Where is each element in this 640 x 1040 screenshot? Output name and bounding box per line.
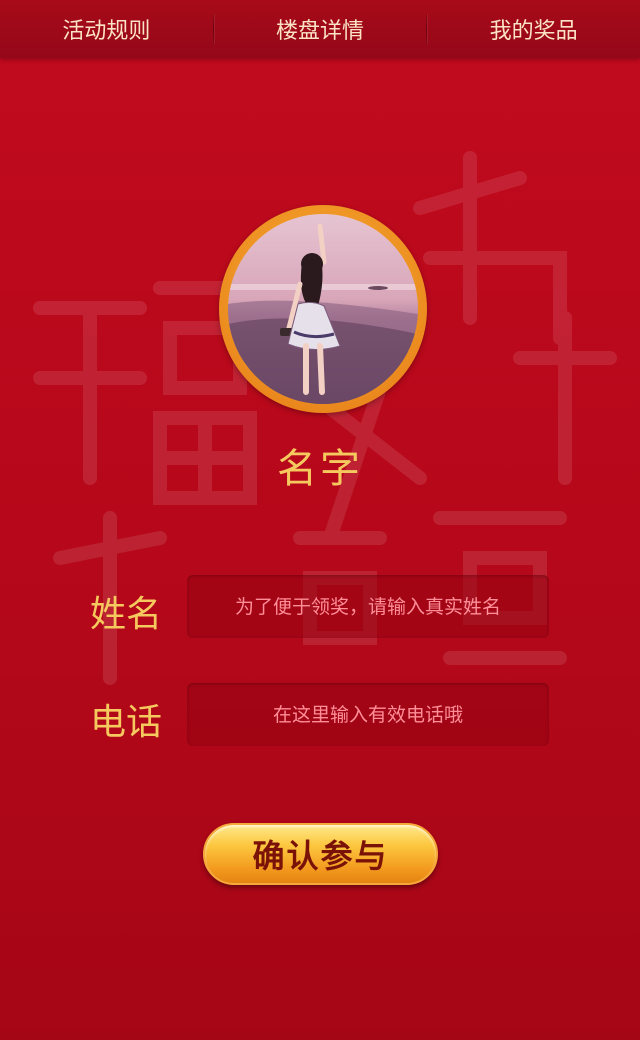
- avatar-frame: [219, 205, 427, 413]
- user-name: 名字: [277, 446, 363, 492]
- name-label: 姓名: [90, 594, 163, 635]
- nav-property-details[interactable]: 楼盘详情: [214, 0, 427, 58]
- nav-my-prizes-label: 我的奖品: [489, 19, 578, 44]
- phone-label: 电话: [90, 702, 163, 743]
- nav-activity-rules[interactable]: 活动规则: [0, 0, 213, 58]
- phone-field[interactable]: [187, 683, 549, 746]
- name-field[interactable]: [187, 575, 549, 638]
- confirm-participate-label: 确认参与: [252, 837, 389, 875]
- user-photo-icon: [228, 214, 418, 404]
- top-nav: 活动规则 楼盘详情 我的奖品: [0, 0, 640, 58]
- nav-property-details-label: 楼盘详情: [276, 19, 365, 44]
- phone-input[interactable]: [187, 683, 549, 746]
- nav-my-prizes[interactable]: 我的奖品: [427, 0, 640, 58]
- nav-activity-rules-label: 活动规则: [62, 19, 151, 44]
- confirm-participate-button[interactable]: 确认参与: [203, 823, 438, 885]
- avatar[interactable]: [228, 214, 418, 404]
- name-input[interactable]: [187, 575, 549, 638]
